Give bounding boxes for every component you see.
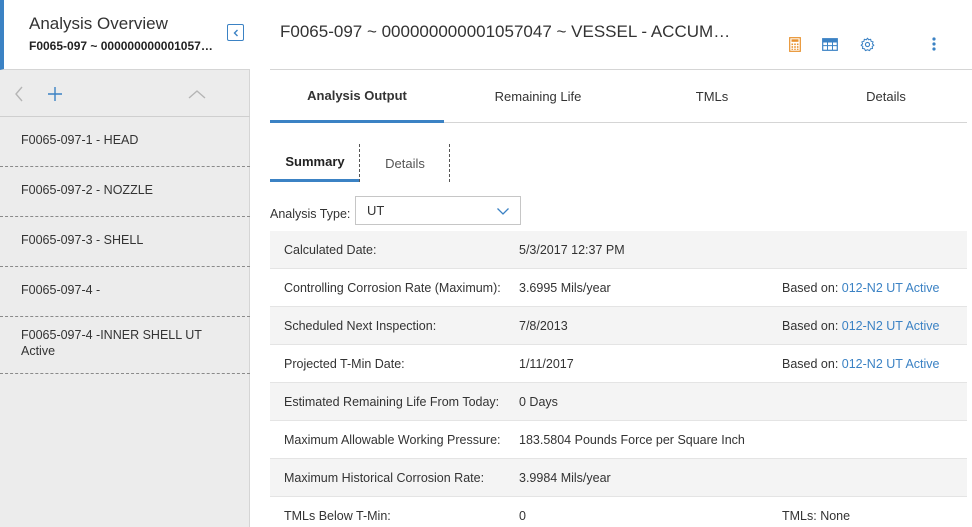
list-item[interactable]: F0065-097-1 - HEAD [0, 117, 250, 167]
row-label: Maximum Allowable Working Pressure: [284, 433, 501, 447]
analysis-type-label: Analysis Type: [270, 207, 351, 221]
back-button[interactable] [9, 84, 29, 104]
row-value: 7/8/2013 [519, 319, 568, 333]
chevron-left-icon [15, 86, 23, 102]
panel-subtitle: F0065-097 ~ 000000000001057047 [29, 39, 219, 53]
row-label: Scheduled Next Inspection: [284, 319, 437, 333]
based-on: Based on: 012-N2 UT Active [782, 281, 940, 295]
gear-icon [860, 37, 874, 51]
table-icon [822, 37, 838, 51]
row-label: Maximum Historical Corrosion Rate: [284, 471, 485, 485]
row-value: 0 Days [519, 395, 558, 409]
based-on-label: Based on: [782, 319, 839, 333]
row-value: 3.9984 Mils/year [519, 471, 611, 485]
collapse-up-button[interactable] [187, 84, 207, 104]
table-row: Projected T-Min Date: 1/11/2017 Based on… [270, 345, 967, 383]
list-item[interactable]: F0065-097-4 - [0, 267, 250, 317]
based-on-label: Based on: [782, 281, 839, 295]
plus-icon [48, 87, 62, 101]
table-row: TMLs Below T-Min: 0 TMLs: None [270, 497, 967, 527]
subtab-details[interactable]: Details [360, 144, 450, 182]
settings-button[interactable] [858, 35, 876, 53]
based-on-label: Based on: [782, 357, 839, 371]
summary-table: Calculated Date: 5/3/2017 12:37 PM Contr… [270, 231, 967, 527]
tab-remaining-life[interactable]: Remaining Life [444, 70, 632, 123]
chevron-down-icon [497, 208, 509, 215]
table-row: Maximum Allowable Working Pressure: 183.… [270, 421, 967, 459]
tab-details[interactable]: Details [792, 70, 972, 123]
tab-analysis-output[interactable]: Analysis Output [270, 70, 444, 123]
tab-tmls[interactable]: TMLs [632, 70, 792, 123]
right-header: F0065-097 ~ 000000000001057047 ~ VESSEL … [270, 0, 972, 70]
table-view-button[interactable] [821, 35, 839, 53]
row-value: 183.5804 Pounds Force per Square Inch [519, 433, 745, 447]
row-label: Projected T-Min Date: [284, 357, 405, 371]
calculator-button[interactable] [786, 35, 804, 53]
panel-title: Analysis Overview [29, 14, 168, 33]
add-button[interactable] [45, 84, 65, 104]
based-on-link[interactable]: 012-N2 UT Active [842, 319, 940, 333]
row-label: TMLs Below T-Min: [284, 509, 391, 523]
row-value: 0 [519, 509, 526, 523]
more-menu-button[interactable] [925, 35, 943, 53]
tab-divider [449, 144, 450, 182]
tmls-note: TMLs: None [782, 509, 851, 523]
based-on-link[interactable]: 012-N2 UT Active [842, 281, 940, 295]
based-on: Based on: 012-N2 UT Active [782, 357, 940, 371]
calculator-icon [789, 36, 801, 52]
row-label: Calculated Date: [284, 243, 377, 257]
kebab-menu-icon [932, 37, 936, 51]
list-item[interactable]: F0065-097-4 -INNER SHELL UT Active [0, 317, 250, 374]
based-on-link[interactable]: 012-N2 UT Active [842, 357, 940, 371]
chevron-up-icon [188, 90, 206, 99]
chevron-left-icon [233, 29, 238, 36]
list-item[interactable]: F0065-097-2 - NOZZLE [0, 167, 250, 217]
left-toolbar [0, 70, 250, 117]
based-on: Based on: 012-N2 UT Active [782, 319, 940, 333]
row-label: Controlling Corrosion Rate (Maximum): [284, 281, 501, 295]
collapse-panel-button[interactable] [227, 24, 244, 41]
row-value: 3.6995 Mils/year [519, 281, 611, 295]
left-header: Analysis Overview F0065-097 ~ 0000000000… [0, 0, 250, 70]
main-tabs: Analysis Output Remaining Life TMLs Deta… [270, 70, 967, 123]
table-row: Scheduled Next Inspection: 7/8/2013 Base… [270, 307, 967, 345]
list-item[interactable]: F0065-097-3 - SHELL [0, 217, 250, 267]
left-panel: Analysis Overview F0065-097 ~ 0000000000… [0, 0, 250, 527]
table-row: Controlling Corrosion Rate (Maximum): 3.… [270, 269, 967, 307]
analysis-type-select[interactable]: UT [355, 196, 521, 225]
subtab-summary[interactable]: Summary [270, 144, 360, 182]
row-value: 5/3/2017 12:37 PM [519, 243, 625, 257]
row-label: Estimated Remaining Life From Today: [284, 395, 500, 409]
table-row: Maximum Historical Corrosion Rate: 3.998… [270, 459, 967, 497]
analysis-type-value: UT [367, 203, 385, 218]
analysis-list: F0065-097-1 - HEAD F0065-097-2 - NOZZLE … [0, 117, 250, 374]
row-value: 1/11/2017 [519, 357, 574, 371]
page-title: F0065-097 ~ 000000000001057047 ~ VESSEL … [280, 22, 742, 41]
table-row: Estimated Remaining Life From Today: 0 D… [270, 383, 967, 421]
table-row: Calculated Date: 5/3/2017 12:37 PM [270, 231, 967, 269]
